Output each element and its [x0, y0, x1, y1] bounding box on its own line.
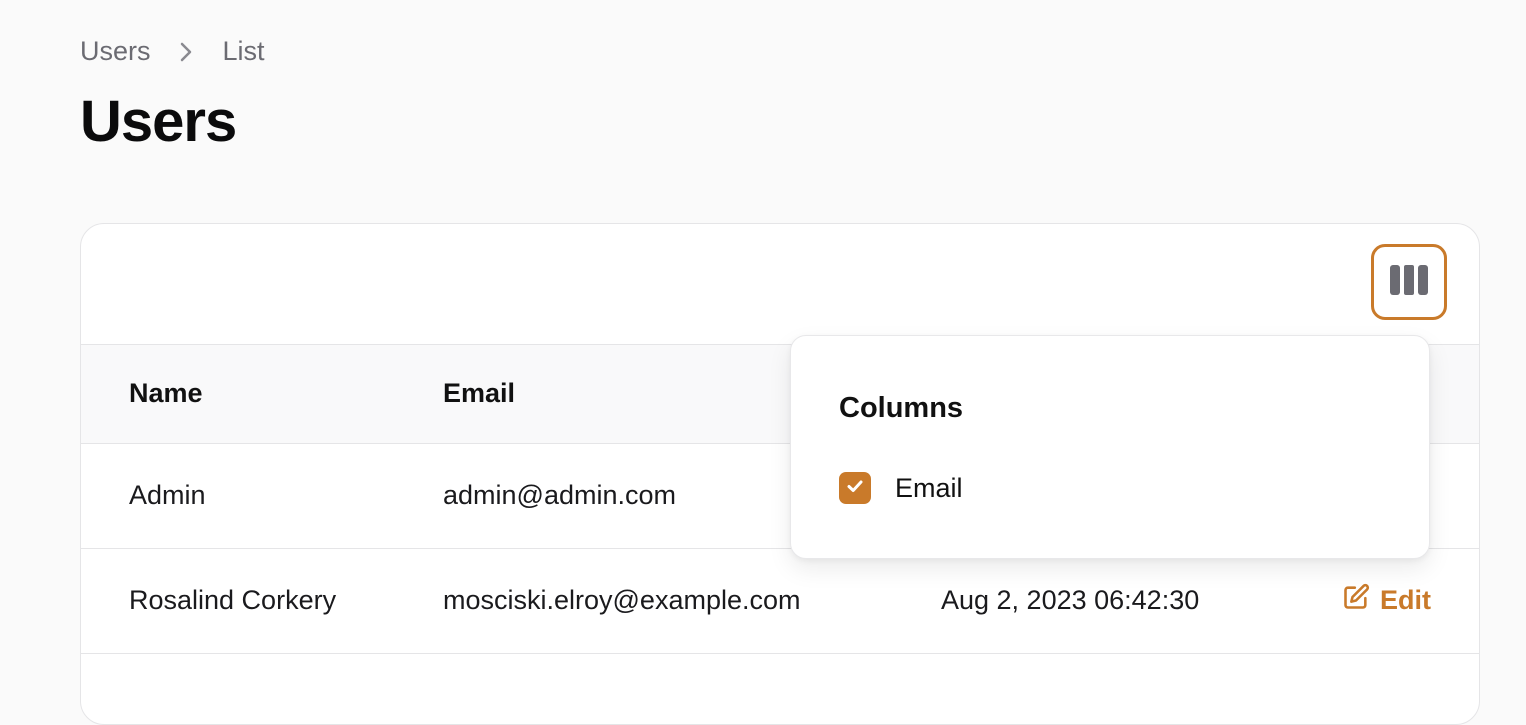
cell-date: Aug 2, 2023 06:42:30	[941, 585, 1200, 615]
popover-title: Columns	[839, 392, 964, 424]
cell-name	[81, 653, 443, 724]
cell-email: mosciski.elroy@example.com	[443, 585, 801, 615]
breadcrumb: Users List	[80, 36, 265, 67]
breadcrumb-item-list: List	[222, 36, 265, 66]
page-title: Users	[80, 89, 237, 154]
cell-date	[941, 653, 1331, 724]
cell-email	[443, 653, 941, 724]
table-toolbar	[81, 224, 1479, 345]
edit-button[interactable]: Edit	[1342, 583, 1431, 618]
columns-popover: Columns Email	[790, 335, 1430, 559]
table-row[interactable]	[81, 653, 1479, 724]
email-column-checkbox[interactable]	[839, 472, 871, 504]
breadcrumb-item-users[interactable]: Users	[80, 36, 151, 67]
cell-actions	[1331, 653, 1479, 724]
column-option-email[interactable]: Email	[839, 472, 963, 504]
check-icon	[845, 476, 865, 501]
table-row[interactable]: Rosalind Corkery mosciski.elroy@example.…	[81, 548, 1479, 653]
cell-name: Rosalind Corkery	[129, 585, 337, 615]
edit-label: Edit	[1380, 585, 1431, 615]
columns-toggle-button[interactable]	[1371, 244, 1447, 320]
cell-actions: Edit	[1331, 548, 1479, 653]
column-option-label: Email	[895, 472, 963, 503]
edit-icon	[1342, 583, 1370, 618]
columns-icon	[1390, 264, 1428, 300]
chevron-right-icon	[179, 41, 193, 63]
cell-name: Admin	[129, 480, 206, 510]
column-header-name[interactable]: Name	[81, 345, 443, 443]
